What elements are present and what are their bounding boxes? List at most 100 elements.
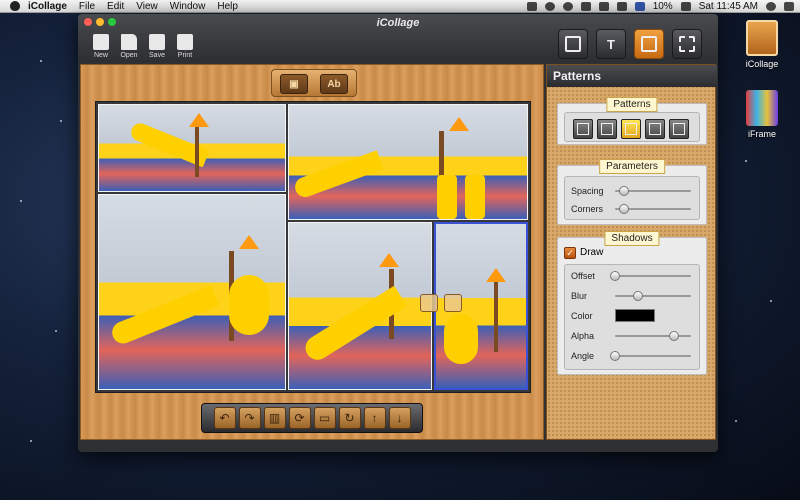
draw-checkbox[interactable]: ✓ — [564, 247, 576, 259]
new-button[interactable]: New — [88, 34, 114, 59]
parameters-inner: Spacing Corners — [564, 176, 700, 220]
add-text-icon: Ab — [327, 78, 341, 90]
pattern-scatter-button[interactable] — [669, 119, 689, 139]
undo-button[interactable]: ↶ — [213, 407, 236, 429]
offset-label: Offset — [571, 271, 595, 281]
iframe-app-icon — [746, 90, 778, 126]
menu-help[interactable]: Help — [217, 1, 238, 12]
folder-icon — [121, 34, 137, 50]
window-title: iCollage — [376, 17, 420, 29]
angle-knob[interactable] — [610, 351, 620, 361]
patterns-mode-button[interactable] — [634, 29, 664, 59]
draw-label: Draw — [580, 247, 604, 258]
undo-icon: ↶ — [219, 411, 230, 425]
corners-slider[interactable] — [615, 204, 691, 214]
battery-icon[interactable] — [680, 2, 691, 11]
apple-menu-icon[interactable] — [10, 1, 20, 11]
patterns-section-label: Patterns — [606, 97, 658, 112]
collage-photo[interactable] — [288, 104, 528, 220]
new-label: New — [93, 52, 108, 59]
menu-window[interactable]: Window — [170, 1, 206, 12]
title-bar[interactable]: iCollage New Open Save Print T — [78, 14, 718, 62]
blur-knob[interactable] — [632, 291, 643, 301]
offset-slider[interactable] — [610, 271, 691, 281]
desktop-icon-icollage[interactable]: iCollage — [738, 20, 786, 69]
blur-slider[interactable] — [615, 291, 691, 301]
delete-button[interactable]: ▥ — [263, 407, 286, 429]
icollage-window: iCollage New Open Save Print T ▣ Ab ↶ ↷ … — [78, 14, 718, 452]
text-icon: T — [607, 36, 615, 52]
rotate-button[interactable]: ↻ — [338, 407, 361, 429]
angle-slider[interactable] — [610, 351, 691, 361]
spacing-row: Spacing — [571, 183, 693, 199]
fit-button[interactable]: ▭ — [313, 407, 336, 429]
text-mode-button[interactable]: T — [596, 29, 626, 59]
alpha-knob[interactable] — [669, 331, 680, 341]
angle-label: Angle — [571, 351, 595, 361]
redo-button[interactable]: ↷ — [238, 407, 261, 429]
wifi-icon[interactable] — [598, 2, 609, 11]
add-photo-button[interactable]: ▣ — [280, 74, 308, 94]
color-label: Color — [571, 311, 593, 321]
arrow-down-icon: ↓ — [396, 411, 403, 425]
add-photo-icon: ▣ — [289, 78, 299, 90]
pattern-freeform-button[interactable] — [573, 119, 593, 139]
pattern-mosaic-button[interactable] — [621, 119, 641, 139]
print-label: Print — [177, 52, 193, 59]
dropbox-icon[interactable] — [526, 2, 537, 11]
photo-icon — [565, 36, 581, 52]
collage-photo[interactable] — [288, 222, 432, 390]
rotate-handle-icon[interactable] — [420, 294, 438, 312]
pattern-grid-button[interactable] — [597, 119, 617, 139]
collage-photo[interactable] — [98, 194, 286, 390]
tools-mode-button[interactable] — [672, 29, 702, 59]
pattern-buttons — [564, 112, 700, 142]
add-text-button[interactable]: Ab — [320, 74, 348, 94]
desktop-icon-iframe[interactable]: iFrame — [738, 90, 786, 139]
notification-icon[interactable] — [784, 2, 794, 11]
spotlight-icon[interactable] — [766, 2, 776, 11]
open-button[interactable]: Open — [116, 34, 142, 59]
pattern-scatter-icon — [673, 123, 685, 135]
volume-icon[interactable] — [616, 2, 627, 11]
new-document-icon — [93, 34, 109, 50]
alpha-slider[interactable] — [615, 331, 691, 341]
offset-knob[interactable] — [610, 271, 620, 281]
blur-label: Blur — [571, 291, 588, 301]
photos-mode-button[interactable] — [558, 29, 588, 59]
save-button[interactable]: Save — [144, 34, 170, 59]
fit-frame-icon: ▭ — [318, 411, 331, 425]
menu-file[interactable]: File — [79, 1, 95, 12]
corners-knob[interactable] — [619, 204, 630, 214]
bring-forward-button[interactable]: ↑ — [363, 407, 386, 429]
menu-edit[interactable]: Edit — [107, 1, 124, 12]
sync-icon[interactable] — [544, 2, 555, 11]
print-button[interactable]: Print — [172, 34, 198, 59]
menu-view[interactable]: View — [136, 1, 158, 12]
open-label: Open — [120, 52, 138, 59]
spacing-knob[interactable] — [619, 186, 630, 196]
pattern-columns-button[interactable] — [645, 119, 665, 139]
shuffle-button[interactable]: ⟳ — [288, 407, 311, 429]
move-handle-icon[interactable] — [444, 294, 462, 312]
flag-icon[interactable] — [634, 2, 645, 11]
menu-app-name[interactable]: iCollage — [28, 1, 67, 12]
shadow-color-well[interactable] — [615, 309, 655, 322]
pattern-freeform-icon — [577, 123, 589, 135]
clock[interactable]: Sat 11:45 AM — [699, 1, 758, 12]
bluetooth-icon[interactable] — [580, 2, 591, 11]
menu-bar: iCollage File Edit View Window Help 10% … — [0, 0, 800, 13]
offset-row: Offset — [571, 268, 693, 284]
add-content-bar: ▣ Ab — [271, 69, 357, 97]
pattern-grid-icon — [601, 123, 613, 135]
alpha-label: Alpha — [571, 331, 595, 341]
battery-percent[interactable]: 10% — [653, 1, 673, 12]
pattern-columns-icon — [649, 123, 661, 135]
shadows-section-label: Shadows — [604, 231, 660, 246]
collage-photo[interactable] — [98, 104, 286, 192]
brushes-icon — [679, 36, 695, 52]
send-backward-button[interactable]: ↓ — [388, 407, 411, 429]
time-machine-icon[interactable] — [562, 2, 573, 11]
floppy-icon — [149, 34, 165, 50]
spacing-slider[interactable] — [615, 186, 691, 196]
